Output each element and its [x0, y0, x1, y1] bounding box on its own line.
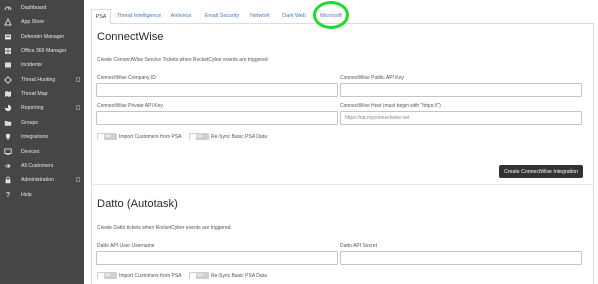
sidebar-item-label: Incidents [21, 62, 42, 68]
toggle-state: NO [197, 273, 203, 277]
map-icon [4, 90, 12, 98]
datto-username-label: Datto API User Username [97, 243, 155, 249]
tab-network[interactable]: Network [248, 9, 272, 23]
sidebar-item-app-store[interactable]: App Store [0, 15, 84, 29]
tab-email-security[interactable]: Email Security [202, 9, 242, 23]
toggle-knob [97, 133, 104, 140]
toggle-knob [189, 133, 196, 140]
toggle-state: NO [105, 273, 111, 277]
sidebar-item-label: Groups [21, 120, 39, 126]
expand-icon[interactable] [76, 77, 80, 82]
toggle-state: NO [197, 134, 203, 138]
sidebar-item-label: Threat Map [21, 91, 48, 97]
company-id-input[interactable] [96, 83, 338, 97]
tab-psa[interactable]: PSA [91, 9, 111, 24]
private-key-input[interactable] [96, 111, 338, 125]
sidebar-item-all-customers[interactable]: All Customers [0, 159, 84, 173]
sidebar-item-devices[interactable]: Devices [0, 145, 84, 159]
sidebar-item-integrations[interactable]: Integrations [0, 130, 84, 144]
sidebar-item-administration[interactable]: Administration [0, 173, 84, 187]
datto-secret-label: Datto API Secret [340, 243, 377, 249]
sidebar-item-label: Administration [21, 177, 54, 183]
sidebar: Dashboard App Store Defender Manager Off… [0, 0, 84, 284]
sidebar-item-label: App Store [21, 19, 45, 25]
reporting-icon [4, 104, 12, 112]
expand-icon[interactable] [76, 105, 80, 110]
office365-icon [4, 47, 12, 55]
datto-username-input[interactable] [96, 251, 338, 265]
incidents-icon [4, 61, 12, 69]
folder-icon [4, 119, 12, 127]
sidebar-item-label: Dashboard [21, 5, 47, 11]
sidebar-item-dashboard[interactable]: Dashboard [0, 1, 84, 15]
sidebar-item-label: Help [21, 192, 32, 198]
sidebar-item-label: Devices [21, 149, 40, 155]
toggle-knob [189, 272, 196, 279]
expand-icon[interactable] [76, 177, 80, 182]
sidebar-item-label: Office 365 Manager [21, 48, 67, 54]
connectwise-title: ConnectWise [97, 31, 164, 43]
toggle-state: NO [105, 134, 111, 138]
public-key-label: ConnectWise Public API Key [340, 75, 404, 81]
datto-import-customers-toggle[interactable]: NO [97, 272, 117, 279]
private-key-label: ConnectWise Private API Key [97, 103, 163, 109]
main-content: PSA Threat Intelligence Antivirus Email … [84, 0, 598, 284]
section-divider [91, 184, 594, 185]
integrations-icon [4, 133, 12, 141]
threat-hunting-icon [4, 76, 12, 84]
tab-threat-intelligence[interactable]: Threat Intelligence [115, 9, 163, 23]
public-key-input[interactable] [340, 83, 582, 97]
datto-description: Create Datto tickets when RocketCyber ev… [97, 225, 232, 231]
app-window: Dashboard App Store Defender Manager Off… [0, 0, 598, 284]
datto-secret-input[interactable] [340, 251, 582, 265]
datto-resync-psa-label: Re-Sync Basic PSA Data [211, 273, 267, 279]
sidebar-item-reporting[interactable]: Reporting [0, 101, 84, 115]
datto-title: Datto (Autotask) [97, 198, 178, 210]
sidebar-item-label: Threat Hunting [21, 77, 56, 83]
sidebar-item-label: All Customers [21, 163, 54, 169]
sidebar-item-office-365-manager[interactable]: Office 365 Manager [0, 44, 84, 58]
host-input[interactable] [340, 111, 582, 125]
tab-dark-web[interactable]: Dark Web [280, 9, 308, 23]
company-id-label: ConnectWise Company ID [97, 75, 156, 81]
resync-psa-toggle[interactable]: NO [189, 133, 209, 140]
create-connectwise-button[interactable]: Create ConnectWise Integration [499, 165, 583, 178]
datto-import-customers-label: Import Customers from PSA [119, 273, 182, 279]
defender-icon [4, 33, 12, 41]
sidebar-item-defender-manager[interactable]: Defender Manager [0, 30, 84, 44]
sidebar-item-help[interactable]: ? Help [0, 188, 84, 202]
import-customers-label: Import Customers from PSA [119, 134, 182, 140]
import-customers-toggle[interactable]: NO [97, 133, 117, 140]
sidebar-item-label: Integrations [21, 134, 49, 140]
dashboard-icon [4, 4, 12, 12]
app-store-icon [4, 18, 12, 26]
sidebar-item-label: Defender Manager [21, 34, 65, 40]
sidebar-item-threat-map[interactable]: Threat Map [0, 87, 84, 101]
monitor-icon [4, 148, 12, 156]
connectwise-description: Create ConnectWise Service Tickets when … [97, 57, 268, 63]
sidebar-item-label: Reporting [21, 105, 44, 111]
sidebar-item-incidents[interactable]: Incidents [0, 58, 84, 72]
resync-psa-label: Re-Sync Basic PSA Data [211, 134, 267, 140]
host-label: ConnectWise Host (must begin with "https… [340, 103, 441, 109]
datto-resync-psa-toggle[interactable]: NO [189, 272, 209, 279]
sidebar-item-groups[interactable]: Groups [0, 116, 84, 130]
customers-icon [4, 162, 12, 170]
tab-antivirus[interactable]: Antivirus [168, 9, 194, 23]
lock-icon [4, 176, 12, 184]
help-icon: ? [5, 191, 11, 199]
sidebar-item-threat-hunting[interactable]: Threat Hunting [0, 73, 84, 87]
toggle-knob [97, 272, 104, 279]
